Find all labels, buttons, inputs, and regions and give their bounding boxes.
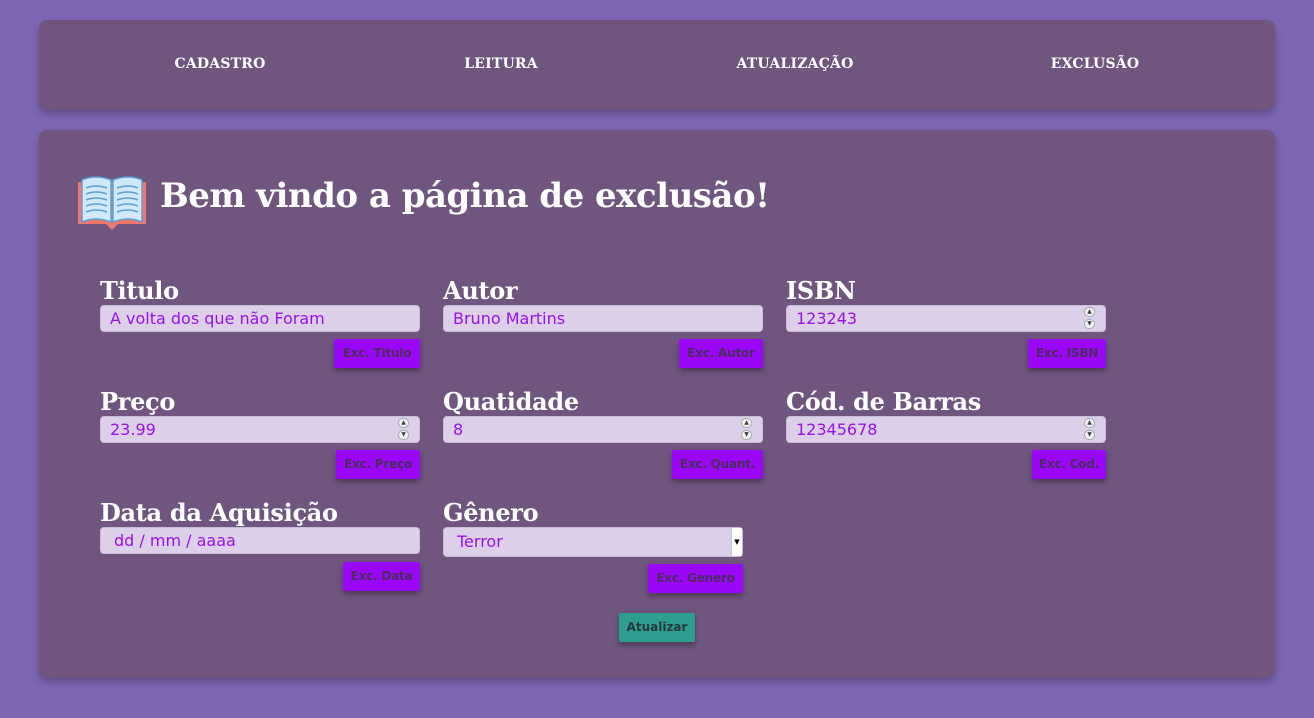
navbar: CADASTRO LEITURA ATUALIZAÇÃO EXCLUSÃO <box>39 20 1275 110</box>
exc-titulo-button[interactable]: Exc. Titulo <box>334 339 420 368</box>
quantidade-stepper[interactable]: ▲ ▼ <box>741 418 752 441</box>
codigo-barras-value: 12345678 <box>796 420 878 439</box>
autor-label: Autor <box>443 276 518 305</box>
exc-preco-button[interactable]: Exc. Preço <box>336 450 420 479</box>
nav-leitura-link[interactable]: LEITURA <box>464 56 538 72</box>
genero-selected-value: Terror <box>457 532 503 551</box>
stepper-down-icon[interactable]: ▼ <box>1084 430 1095 440</box>
stepper-up-icon[interactable]: ▲ <box>1084 307 1095 317</box>
exc-genero-button[interactable]: Exc. Genero <box>648 564 743 593</box>
stepper-down-icon[interactable]: ▼ <box>398 430 409 440</box>
exc-quant-button[interactable]: Exc. Quant. <box>672 450 763 479</box>
nav-cadastro-link[interactable]: CADASTRO <box>175 56 266 72</box>
quantidade-label: Quatidade <box>443 387 579 416</box>
stepper-down-icon[interactable]: ▼ <box>741 430 752 440</box>
preco-value: 23.99 <box>110 420 156 439</box>
genero-select[interactable]: Terror ▼ <box>443 527 743 557</box>
exc-data-button[interactable]: Exc. Data <box>343 562 420 591</box>
stepper-up-icon[interactable]: ▲ <box>398 418 409 428</box>
preco-stepper[interactable]: ▲ ▼ <box>398 418 409 441</box>
isbn-input[interactable]: 123243 ▲ ▼ <box>786 305 1106 332</box>
titulo-label: Titulo <box>100 276 179 305</box>
codigo-barras-label: Cód. de Barras <box>786 387 981 416</box>
main-panel: Bem vindo a página de exclusão! Titulo A… <box>39 130 1275 678</box>
atualizar-button[interactable]: Atualizar <box>619 613 695 642</box>
preco-input[interactable]: 23.99 ▲ ▼ <box>100 416 420 443</box>
stepper-up-icon[interactable]: ▲ <box>1084 418 1095 428</box>
isbn-label: ISBN <box>786 276 856 305</box>
preco-label: Preço <box>100 387 176 416</box>
open-book-icon <box>78 176 146 230</box>
titulo-input[interactable]: A volta dos que não Foram <box>100 305 420 332</box>
isbn-stepper[interactable]: ▲ ▼ <box>1084 307 1095 330</box>
genero-label: Gênero <box>443 498 539 527</box>
data-aquisicao-label: Data da Aquisição <box>100 498 338 527</box>
dropdown-arrow-icon[interactable]: ▼ <box>731 528 742 556</box>
nav-atualizacao-link[interactable]: ATUALIZAÇÃO <box>736 56 853 72</box>
autor-input[interactable]: Bruno Martins <box>443 305 763 332</box>
stepper-up-icon[interactable]: ▲ <box>741 418 752 428</box>
quantidade-value: 8 <box>453 420 464 439</box>
isbn-value: 123243 <box>796 309 858 328</box>
stepper-down-icon[interactable]: ▼ <box>1084 319 1095 329</box>
nav-exclusao-link[interactable]: EXCLUSÃO <box>1051 56 1140 72</box>
codigo-barras-input[interactable]: 12345678 ▲ ▼ <box>786 416 1106 443</box>
exc-cod-button[interactable]: Exc. Cod. <box>1032 450 1106 479</box>
quantidade-input[interactable]: 8 ▲ ▼ <box>443 416 763 443</box>
exc-isbn-button[interactable]: Exc. ISBN <box>1028 339 1106 368</box>
data-aquisicao-input[interactable]: dd / mm / aaaa <box>100 527 420 554</box>
page-title: Bem vindo a página de exclusão! <box>160 176 770 216</box>
exc-autor-button[interactable]: Exc. Autor <box>679 339 763 368</box>
codigo-barras-stepper[interactable]: ▲ ▼ <box>1084 418 1095 441</box>
